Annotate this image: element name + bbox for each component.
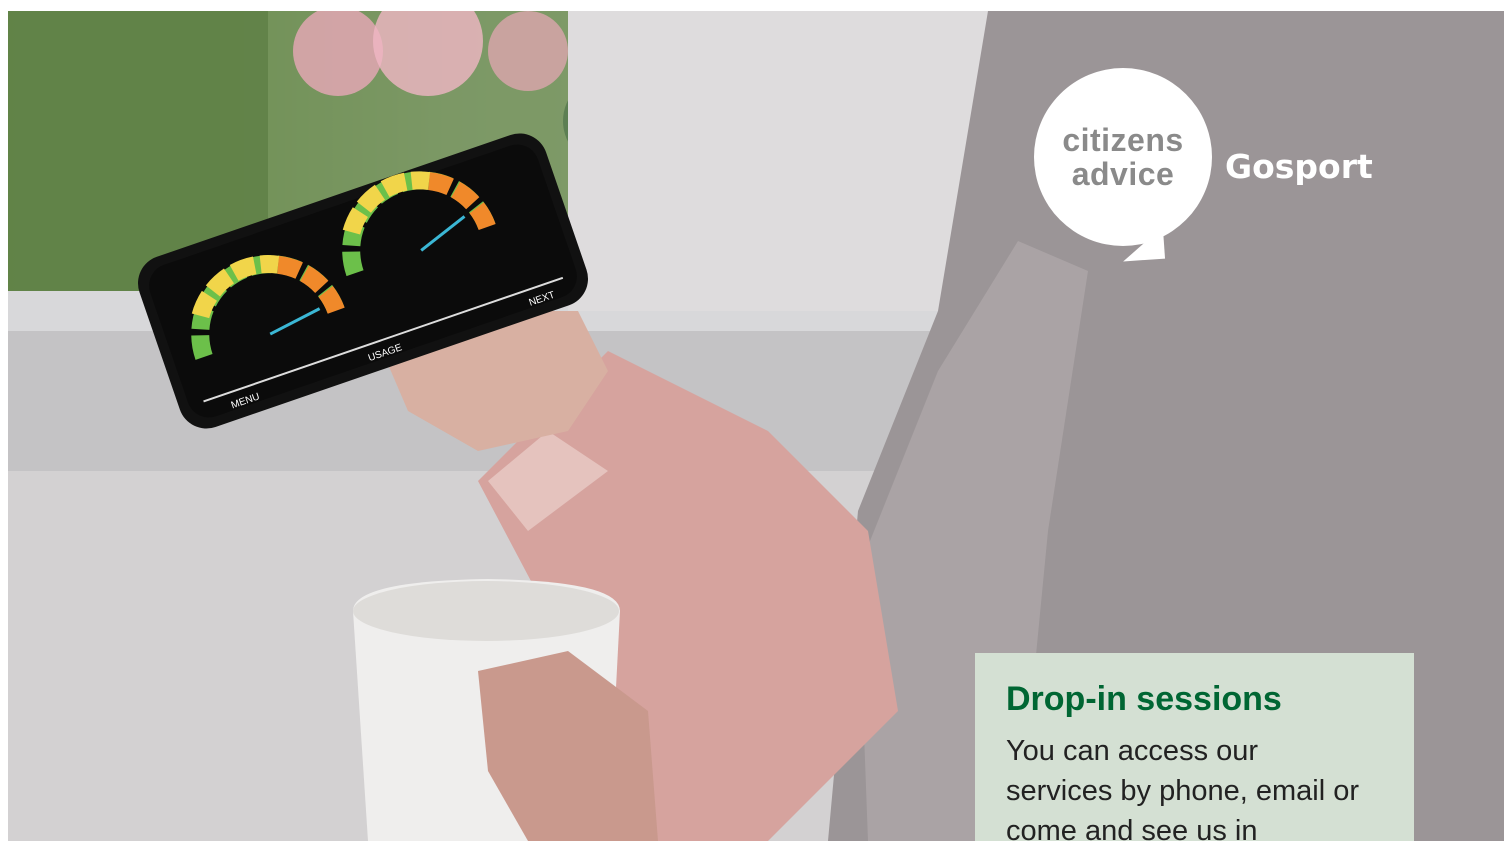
citizens-advice-logo: citizens advice bbox=[1034, 68, 1212, 246]
drop-in-info-card: Drop-in sessions You can access our serv… bbox=[975, 653, 1414, 841]
logo-speech-tail bbox=[1094, 226, 1166, 264]
hero-image: MENU USAGE NEXT citizens advice Gosport … bbox=[8, 11, 1504, 841]
logo-line-advice: advice bbox=[1071, 156, 1175, 192]
card-body-text: You can access our services by phone, em… bbox=[1006, 735, 1359, 841]
branch-name: Gosport bbox=[1225, 147, 1373, 186]
card-title: Drop-in sessions bbox=[1006, 680, 1282, 718]
logo-line-citizens: citizens bbox=[1062, 122, 1184, 158]
